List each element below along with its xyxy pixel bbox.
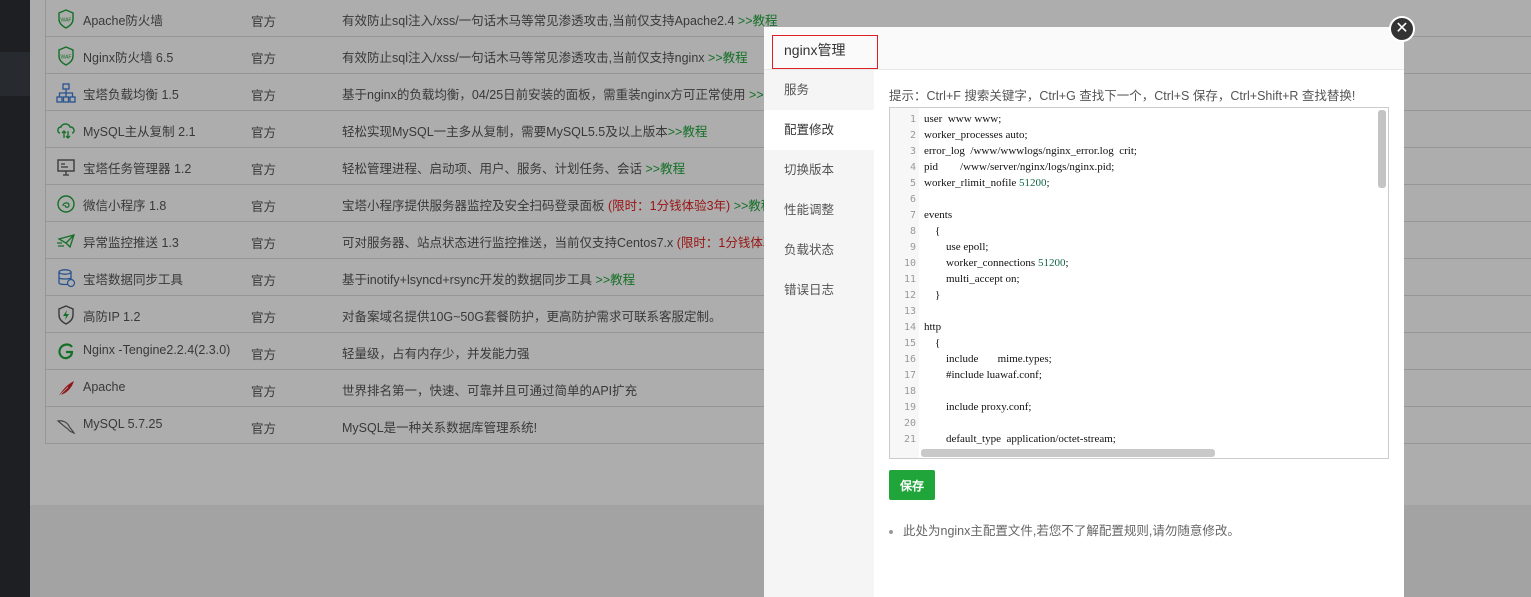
highlight-box bbox=[772, 35, 878, 69]
menu-item[interactable]: 配置修改 bbox=[764, 110, 874, 150]
line-number: 15 bbox=[903, 338, 916, 349]
code-number: 51200 bbox=[1037, 257, 1066, 269]
code-line: include proxy.conf; bbox=[924, 401, 1032, 413]
line-number: 6 bbox=[909, 194, 916, 205]
line-number: 12 bbox=[903, 290, 916, 301]
line-number: 16 bbox=[903, 354, 916, 365]
code-line: include mime.types; bbox=[924, 353, 1052, 365]
line-number: 17 bbox=[903, 370, 916, 381]
menu-item[interactable]: 切换版本 bbox=[764, 150, 874, 190]
line-number: 11 bbox=[903, 274, 916, 285]
line-number: 21 bbox=[903, 434, 916, 445]
nginx-manage-dialog: nginx管理 服务 配置修改 切换版本 性能调整 负载状态 错误日志 提示：Ctrl+F… bbox=[764, 27, 1404, 597]
line-number: 3 bbox=[909, 146, 916, 157]
config-note: 此处为nginx主配置文件,若您不了解配置规则,请勿随意修改。 bbox=[889, 520, 1240, 539]
menu-item[interactable]: 服务 bbox=[764, 70, 874, 110]
code-line: #include luawaf.conf; bbox=[924, 369, 1042, 381]
line-number: 10 bbox=[903, 258, 916, 269]
code-line: } bbox=[924, 289, 941, 301]
line-number: 8 bbox=[909, 226, 916, 237]
code-line: pid /www/server/nginx/logs/nginx.pid; bbox=[924, 161, 1115, 173]
code-line: worker_connections 51200; bbox=[924, 257, 1069, 269]
line-number: 13 bbox=[903, 306, 916, 317]
line-number: 19 bbox=[903, 402, 916, 413]
code-line: use epoll; bbox=[924, 241, 989, 253]
line-number: 20 bbox=[903, 418, 916, 429]
code-line: default_type application/octet-stream; bbox=[924, 433, 1116, 445]
dialog-content: 提示：Ctrl+F 搜索关键字，Ctrl+G 查找下一个，Ctrl+S 保存，C… bbox=[874, 70, 1404, 597]
line-number: 5 bbox=[909, 178, 916, 189]
dialog-titlebar: nginx管理 bbox=[764, 27, 1404, 70]
dialog-menu: 服务 配置修改 切换版本 性能调整 负载状态 错误日志 bbox=[764, 70, 874, 597]
line-number: 7 bbox=[909, 210, 916, 221]
code-line: http bbox=[924, 321, 942, 333]
config-editor[interactable]: 1 user www www; 2 worker_processes auto; 3 er… bbox=[889, 107, 1389, 459]
code-line: user www www; bbox=[924, 113, 1002, 125]
save-button[interactable]: 保存 bbox=[889, 470, 935, 500]
line-number: 18 bbox=[903, 386, 916, 397]
code-number: 51200 bbox=[1019, 177, 1047, 189]
shortcut-tip: 提示：Ctrl+F 搜索关键字，Ctrl+G 查找下一个，Ctrl+S 保存，C… bbox=[889, 89, 1356, 103]
menu-item[interactable]: 错误日志 bbox=[764, 270, 874, 310]
config-note-text: 此处为nginx主配置文件,若您不了解配置规则,请勿随意修改。 bbox=[903, 524, 1240, 538]
code-line: error_log /www/wwwlogs/nginx_error.log c… bbox=[924, 145, 1137, 157]
line-number: 4 bbox=[909, 162, 916, 173]
line-number: 14 bbox=[903, 322, 916, 333]
menu-item[interactable]: 性能调整 bbox=[764, 190, 874, 230]
menu-item[interactable]: 负载状态 bbox=[764, 230, 874, 270]
bullet-icon bbox=[889, 529, 893, 534]
code-line: events bbox=[924, 209, 953, 221]
line-number: 2 bbox=[909, 130, 916, 141]
line-number: 9 bbox=[909, 242, 916, 253]
line-number: 1 bbox=[909, 114, 916, 125]
vertical-scrollbar[interactable] bbox=[1378, 110, 1386, 188]
code-line: { bbox=[924, 337, 941, 349]
code-line: worker_rlimit_nofile 51200; bbox=[924, 177, 1050, 189]
code-line: { bbox=[924, 225, 941, 237]
code-line: worker_processes auto; bbox=[924, 129, 1028, 141]
horizontal-scrollbar[interactable] bbox=[921, 449, 1215, 457]
code-line: multi_accept on; bbox=[924, 273, 1020, 285]
close-icon[interactable]: ✕ bbox=[1389, 16, 1415, 42]
